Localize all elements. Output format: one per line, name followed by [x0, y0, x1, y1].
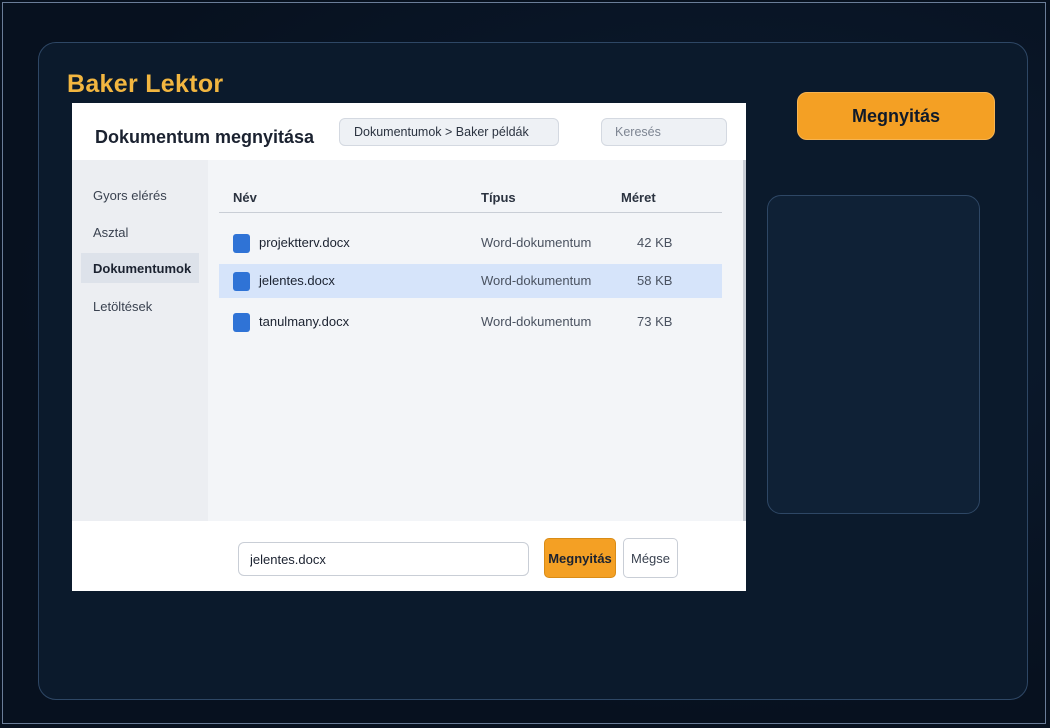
dialog-body: Gyors elérés Asztal Dokumentumok Letölté…	[72, 160, 746, 521]
cancel-button[interactable]: Mégse	[623, 538, 678, 578]
file-name: jelentes.docx	[259, 273, 335, 288]
open-button[interactable]: Megnyitás	[797, 92, 995, 140]
file-row[interactable]: projektterv.docx Word-dokumentum 42 KB	[219, 226, 722, 260]
word-document-icon	[233, 234, 250, 253]
file-type: Word-dokumentum	[481, 273, 592, 288]
sidebar-item-documents[interactable]: Dokumentumok	[81, 253, 199, 283]
preview-panel	[767, 195, 980, 514]
column-header-size[interactable]: Méret	[621, 190, 656, 205]
word-document-icon	[233, 313, 250, 332]
sidebar-item-quick-access[interactable]: Gyors elérés	[81, 180, 199, 210]
header-divider	[219, 212, 722, 213]
file-name: projektterv.docx	[259, 235, 350, 250]
file-type: Word-dokumentum	[481, 235, 592, 250]
search-input[interactable]	[601, 118, 727, 146]
file-row-selected[interactable]: jelentes.docx Word-dokumentum 58 KB	[219, 264, 722, 298]
column-header-type[interactable]: Típus	[481, 190, 516, 205]
file-row[interactable]: tanulmany.docx Word-dokumentum 73 KB	[219, 305, 722, 339]
breadcrumb[interactable]: Dokumentumok > Baker példák	[339, 118, 559, 146]
open-document-dialog: Dokumentum megnyitása Dokumentumok > Bak…	[72, 103, 746, 591]
column-header-name[interactable]: Név	[233, 190, 257, 205]
sidebar-item-desktop[interactable]: Asztal	[81, 217, 199, 247]
file-name: tanulmany.docx	[259, 314, 350, 329]
dialog-title: Dokumentum megnyitása	[95, 127, 315, 147]
file-type: Word-dokumentum	[481, 314, 592, 329]
app-title: Baker Lektor	[67, 70, 224, 98]
sidebar: Gyors elérés Asztal Dokumentumok Letölté…	[72, 160, 208, 521]
scrollbar[interactable]	[743, 160, 746, 521]
filename-field[interactable]	[238, 542, 529, 576]
file-size: 73 KB	[637, 314, 673, 329]
word-document-icon	[233, 272, 250, 291]
file-size: 58 KB	[637, 273, 673, 288]
file-size: 42 KB	[637, 235, 673, 250]
sidebar-item-downloads[interactable]: Letöltések	[81, 291, 199, 321]
dialog-open-button[interactable]: Megnyitás	[544, 538, 616, 578]
